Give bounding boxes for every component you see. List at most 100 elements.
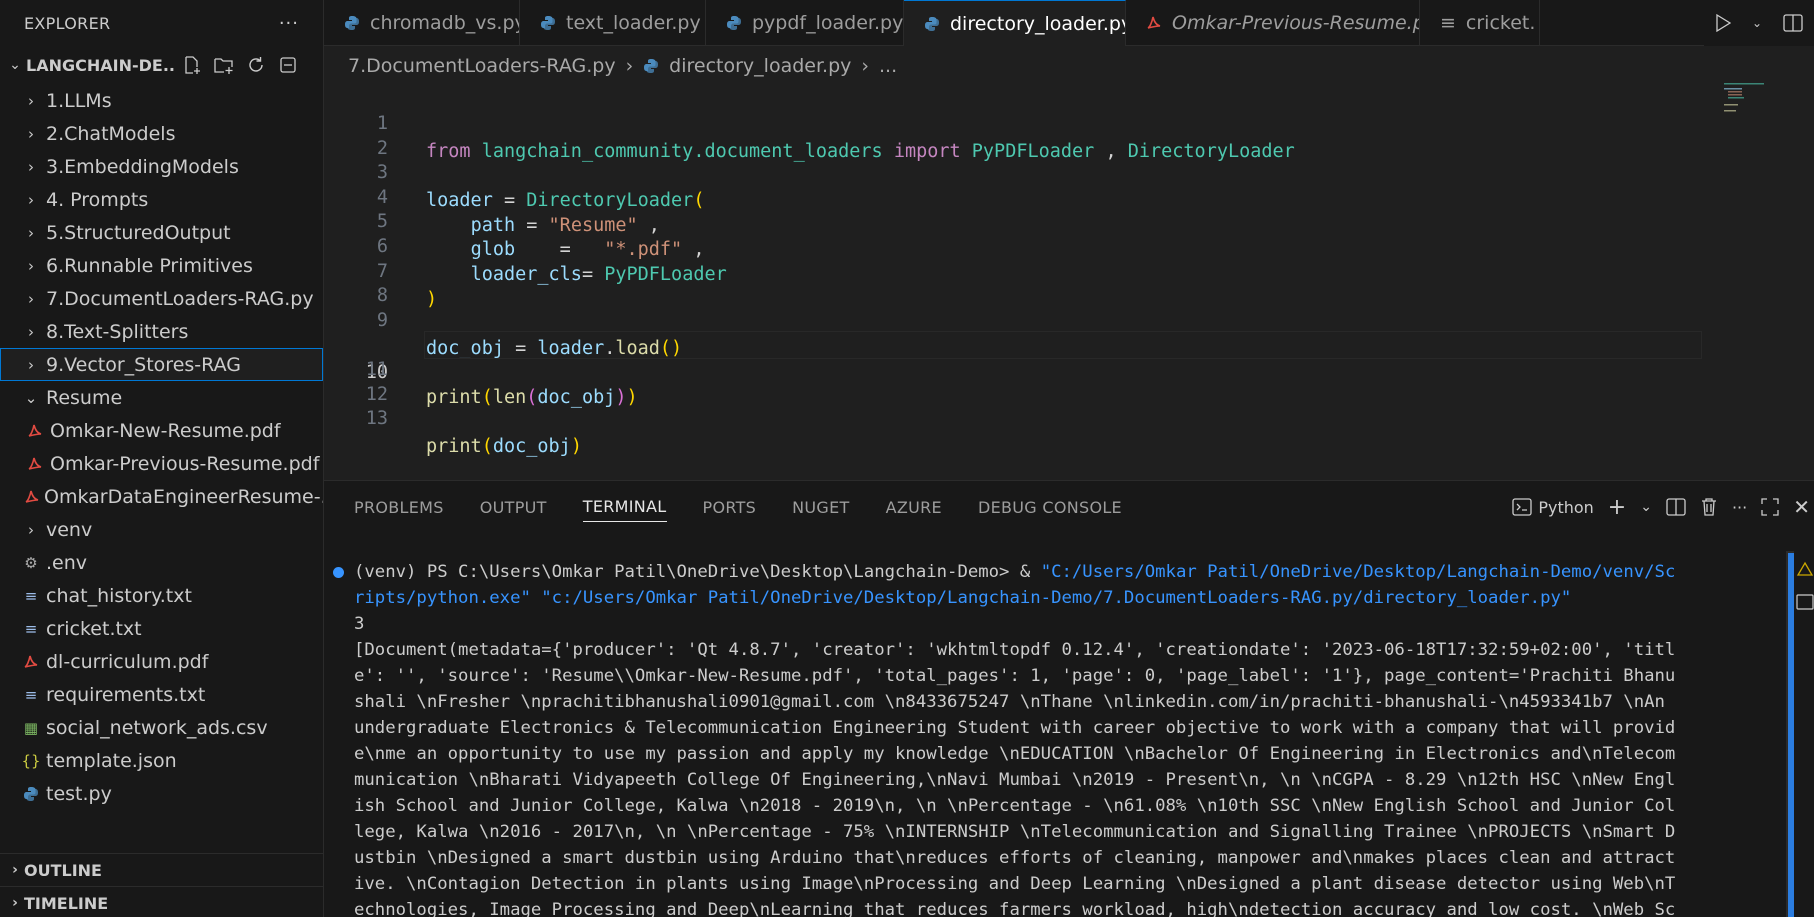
tree-folder[interactable]: › 5.StructuredOutput	[0, 216, 323, 249]
command-status-dot	[333, 567, 344, 578]
editor-tab[interactable]: directory_loader.py✕	[904, 0, 1126, 46]
tree-file[interactable]: ⚙ .env	[0, 546, 323, 579]
maximize-panel-icon[interactable]	[1761, 498, 1779, 516]
outline-label: OUTLINE	[24, 860, 102, 880]
tree-file[interactable]: {} template.json	[0, 744, 323, 777]
tree-folder[interactable]: › 8.Text-Splitters	[0, 315, 323, 348]
tree-folder[interactable]: › 3.EmbeddingModels	[0, 150, 323, 183]
panel-tab[interactable]: AZURE	[886, 481, 942, 533]
tree-folder[interactable]: › 7.DocumentLoaders-RAG.py	[0, 282, 323, 315]
explorer-sidebar: EXPLORER ··· ⌄ LANGCHAIN-DE... › 1.LLMs › 2…	[0, 0, 324, 917]
terminal-line: [Document(metadata={'producer': 'Qt 4.8.…	[354, 640, 1676, 660]
terminal-line: munication \nBharati Vidyapeeth College …	[354, 770, 1676, 790]
tree-folder[interactable]: › 1.LLMs	[0, 84, 323, 117]
terminal-icon	[1512, 498, 1532, 516]
gear-icon: ⚙	[24, 553, 38, 572]
close-panel-icon[interactable]: ✕	[1793, 495, 1810, 519]
panel-tab[interactable]: PORTS	[703, 481, 757, 533]
outline-section[interactable]: › OUTLINE	[0, 853, 323, 886]
tree-file[interactable]: test.py	[0, 777, 323, 810]
tree-file[interactable]: dl-curriculum.pdf	[0, 645, 323, 678]
tree-item-label: requirements.txt	[46, 683, 206, 706]
refresh-icon[interactable]	[240, 52, 272, 78]
tree-folder[interactable]: › venv	[0, 513, 323, 546]
timeline-label: TIMELINE	[24, 893, 109, 913]
run-icon[interactable]	[1715, 14, 1731, 32]
terminal-line: ive. \nContagion Detection in plants usi…	[354, 874, 1676, 894]
split-terminal-icon[interactable]	[1666, 498, 1686, 516]
editor-tab[interactable]: chromadb_vs.py	[324, 0, 520, 46]
timeline-section[interactable]: › TIMELINE	[0, 886, 323, 917]
tree-file[interactable]: Omkar-New-Resume.pdf	[0, 414, 323, 447]
panel-tab[interactable]: PROBLEMS	[354, 481, 444, 533]
panel-tab[interactable]: NUGET	[792, 481, 849, 533]
tree-file[interactable]: ▦ social_network_ads.csv	[0, 711, 323, 744]
tree-item-label: .env	[46, 551, 88, 574]
new-folder-icon[interactable]	[208, 52, 240, 78]
terminal-shell-selector[interactable]: Python	[1512, 498, 1594, 517]
tree-file[interactable]: Omkar-Previous-Resume.pdf	[0, 447, 323, 480]
more-actions-icon[interactable]: ···	[1732, 498, 1747, 517]
tree-item-label: 5.StructuredOutput	[46, 221, 231, 244]
editor-tabs: chromadb_vs.py text_loader.py pypdf_loader…	[324, 0, 1814, 46]
tab-label: pypdf_loader.py	[752, 12, 904, 34]
tree-item-label: 1.LLMs	[46, 89, 112, 112]
panel-tab[interactable]: TERMINAL	[582, 492, 667, 522]
chevron-right-icon: ›	[28, 322, 34, 341]
breadcrumb-symbols[interactable]: ...	[879, 55, 897, 77]
code-token: (	[481, 436, 493, 458]
pdf-file-icon	[24, 489, 40, 505]
terminal-line: (venv) PS C:\Users\Omkar Patil\OneDrive\…	[354, 559, 1784, 585]
tree-item-label: 3.EmbeddingModels	[46, 155, 239, 178]
editor-tab[interactable]: ≡ cricket.	[1420, 0, 1540, 46]
terminal-command-path: ripts/python.exe"	[354, 588, 531, 608]
tree-file[interactable]: OmkarDataEngineerResume-...	[0, 480, 323, 513]
tree-file[interactable]: ≡ requirements.txt	[0, 678, 323, 711]
tree-item-label: dl-curriculum.pdf	[46, 650, 209, 673]
editor-tab[interactable]: Omkar-Previous-Resume.pdf	[1126, 0, 1420, 46]
tree-item-label: 4. Prompts	[46, 188, 149, 211]
pdf-file-icon	[24, 423, 46, 439]
workspace-header[interactable]: ⌄ LANGCHAIN-DE...	[0, 46, 323, 84]
add-terminal-icon[interactable]: +	[1608, 495, 1626, 520]
terminal-line: e\nme an opportunity to use my passion a…	[354, 744, 1676, 764]
terminal-line: shali \nFresher \nprachitibhanushali0901…	[354, 692, 1665, 712]
tree-item-label: venv	[46, 518, 93, 541]
tree-file[interactable]: ≡ chat_history.txt	[0, 579, 323, 612]
chevron-down-icon[interactable]: ⌄	[1640, 499, 1652, 515]
code-editor[interactable]: 1 from langchain_community.document_load…	[324, 82, 1814, 477]
tree-folder[interactable]: › 4. Prompts	[0, 183, 323, 216]
new-file-icon[interactable]	[176, 52, 208, 78]
json-file-icon: {}	[21, 751, 41, 770]
breadcrumb-file[interactable]: directory_loader.py	[669, 55, 851, 77]
tree-folder[interactable]: › 9.Vector_Stores-RAG	[0, 348, 323, 381]
tree-item-label: 2.ChatModels	[46, 122, 176, 145]
tree-item-label: social_network_ads.csv	[46, 716, 268, 739]
breadcrumb-folder[interactable]: 7.DocumentLoaders-RAG.py	[348, 55, 616, 77]
terminal-output[interactable]: (venv) PS C:\Users\Omkar Patil\OneDrive\…	[333, 559, 1784, 917]
terminal-scrollbar-thumb[interactable]	[1788, 553, 1794, 917]
chevron-right-icon: ›	[12, 862, 18, 878]
pdf-file-icon	[24, 456, 46, 472]
panel-tab[interactable]: DEBUG CONSOLE	[978, 481, 1122, 533]
panel-tab[interactable]: OUTPUT	[480, 481, 547, 533]
chevron-down-icon[interactable]: ⌄	[1752, 16, 1762, 30]
python-file-icon	[924, 16, 940, 32]
pdf-file-icon	[1146, 15, 1162, 31]
tree-file[interactable]: ≡ cricket.txt	[0, 612, 323, 645]
more-actions-icon[interactable]: ···	[279, 13, 299, 34]
trash-icon[interactable]	[1700, 497, 1718, 517]
chevron-right-icon: ›	[28, 256, 34, 275]
tree-folder[interactable]: › 6.Runnable Primitives	[0, 249, 323, 282]
tree-item-label: 7.DocumentLoaders-RAG.py	[46, 287, 314, 310]
terminal-line: 3	[354, 614, 365, 634]
editor-tab[interactable]: text_loader.py	[520, 0, 706, 46]
tree-folder[interactable]: › 2.ChatModels	[0, 117, 323, 150]
editor-tab[interactable]: pypdf_loader.py	[706, 0, 904, 46]
collapse-all-icon[interactable]	[272, 52, 304, 78]
split-editor-icon[interactable]	[1783, 14, 1803, 32]
python-file-icon	[20, 786, 42, 802]
tree-folder[interactable]: ⌄ Resume	[0, 381, 323, 414]
chevron-right-icon: ›	[28, 355, 34, 374]
minimap[interactable]	[1724, 82, 1784, 122]
